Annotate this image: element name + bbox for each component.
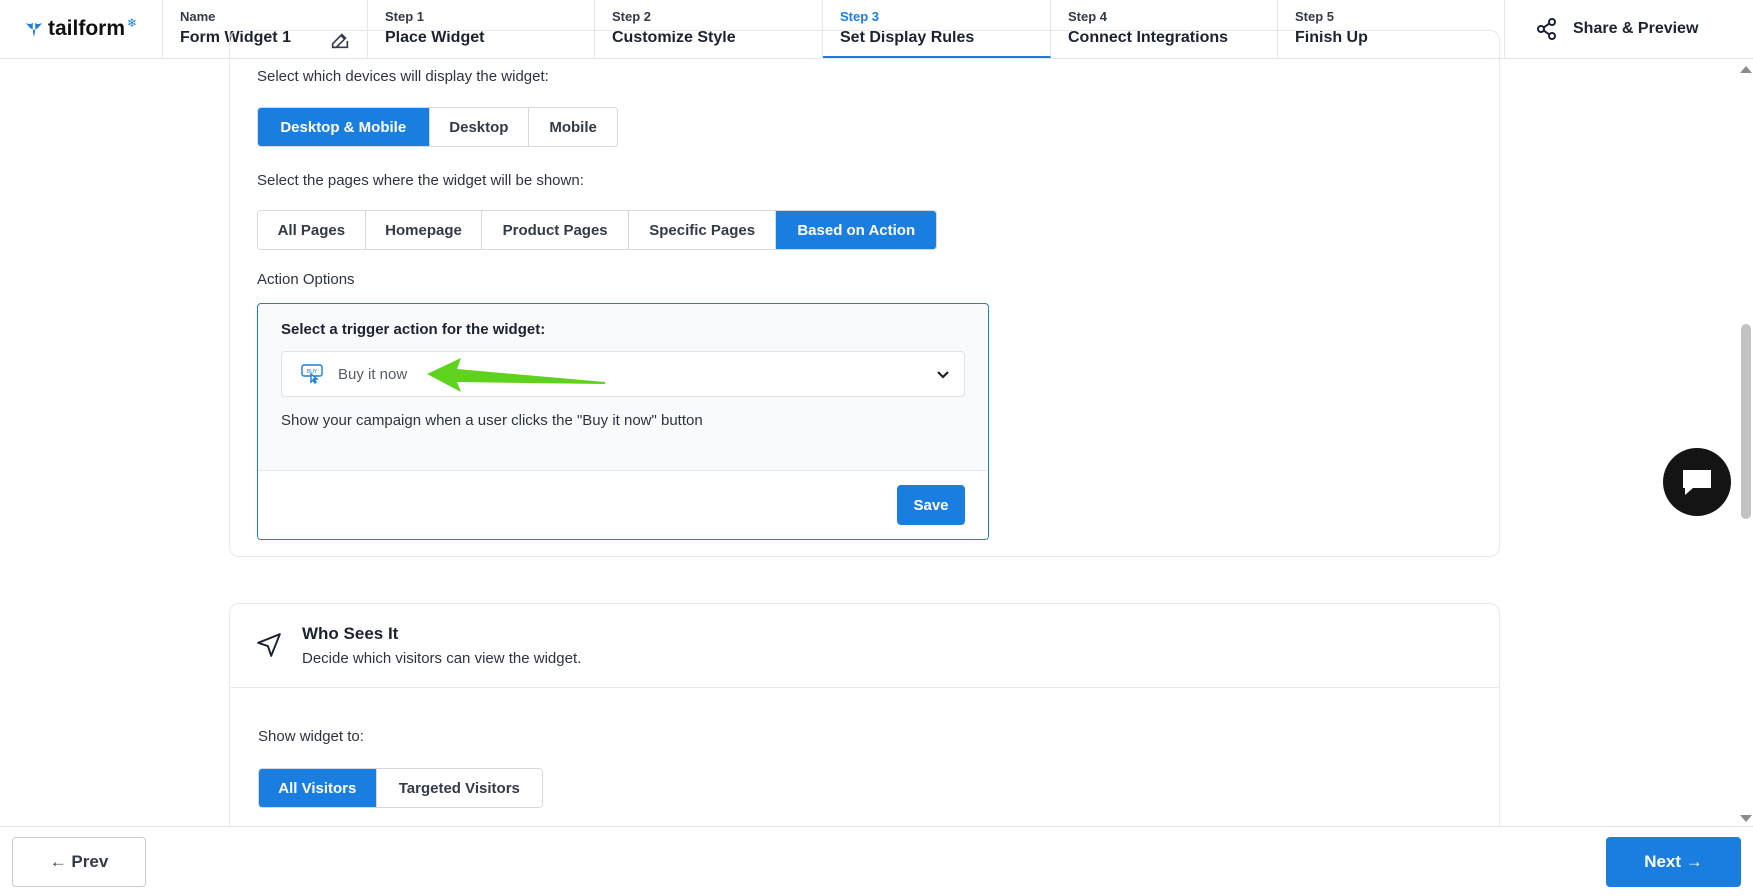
buy-button-icon: BUY	[301, 364, 323, 385]
visitor-option-targeted[interactable]: Targeted Visitors	[376, 769, 542, 807]
step-4-number: Step 4	[1068, 9, 1108, 24]
step-3-number: Step 3	[840, 9, 880, 24]
chevron-down-icon	[937, 371, 949, 379]
device-selector: Desktop & Mobile Desktop Mobile	[257, 107, 618, 147]
visitor-selector: All Visitors Targeted Visitors	[258, 768, 543, 808]
device-option-mobile[interactable]: Mobile	[529, 108, 617, 146]
page-option-based-on-action[interactable]: Based on Action	[776, 211, 936, 249]
page-selector: All Pages Homepage Product Pages Specifi…	[257, 210, 937, 250]
page-option-specific-pages[interactable]: Specific Pages	[628, 211, 777, 249]
chat-launcher-button[interactable]	[1663, 448, 1731, 516]
svg-text:BUY: BUY	[307, 369, 318, 375]
trigger-action-value: Buy it now	[338, 365, 408, 383]
action-options-panel: Select a trigger action for the widget: …	[257, 303, 989, 540]
scrollbar-thumb[interactable]	[1741, 324, 1751, 519]
tail-logo-icon	[26, 23, 42, 37]
brand-logo[interactable]: tailform ❄	[0, 0, 163, 58]
device-option-desktop[interactable]: Desktop	[429, 108, 530, 146]
step-1-number: Step 1	[385, 9, 425, 24]
trigger-action-title: Select a trigger action for the widget:	[281, 321, 546, 338]
save-button[interactable]: Save	[897, 485, 965, 525]
action-panel-footer: Save	[258, 470, 988, 539]
prev-button[interactable]: ← Prev	[12, 837, 146, 887]
snowflake-icon: ❄	[127, 16, 138, 30]
brand-name: tailform	[48, 17, 126, 40]
scroll-down-arrow-icon[interactable]	[1740, 815, 1752, 822]
share-preview-button[interactable]: Share & Preview	[1505, 0, 1753, 58]
navigation-arrow-icon	[257, 633, 281, 657]
bottom-bar: ← Prev Next →	[0, 826, 1753, 896]
visitor-option-all[interactable]: All Visitors	[259, 769, 377, 807]
device-option-desktop-mobile[interactable]: Desktop & Mobile	[258, 108, 430, 146]
trigger-action-description: Show your campaign when a user clicks th…	[281, 412, 703, 429]
annotation-arrow-icon	[427, 358, 605, 392]
page-option-product-pages[interactable]: Product Pages	[482, 211, 629, 249]
trigger-action-select[interactable]: BUY Buy it now	[281, 351, 965, 397]
next-button[interactable]: Next →	[1606, 837, 1741, 887]
share-icon	[1537, 18, 1556, 40]
page-option-all-pages[interactable]: All Pages	[258, 211, 366, 249]
vertical-scrollbar[interactable]	[1737, 59, 1753, 826]
scroll-up-arrow-icon[interactable]	[1740, 66, 1752, 73]
page-option-homepage[interactable]: Homepage	[365, 211, 483, 249]
share-preview-label: Share & Preview	[1573, 20, 1699, 37]
who-sees-it-header: Who Sees It Decide which visitors can vi…	[230, 604, 1499, 688]
chat-icon	[1683, 470, 1711, 495]
action-options-label: Action Options	[257, 271, 355, 288]
pages-prompt: Select the pages where the widget will b…	[257, 172, 584, 189]
who-sees-it-title: Who Sees It	[302, 624, 399, 643]
step-2-number: Step 2	[612, 9, 652, 24]
show-widget-prompt: Show widget to:	[258, 728, 364, 745]
who-sees-it-card: Who Sees It Decide which visitors can vi…	[229, 603, 1500, 833]
who-sees-it-subtitle: Decide which visitors can view the widge…	[302, 650, 582, 667]
name-label: Name	[180, 9, 216, 24]
step-5-number: Step 5	[1295, 9, 1335, 24]
devices-prompt: Select which devices will display the wi…	[257, 68, 549, 85]
